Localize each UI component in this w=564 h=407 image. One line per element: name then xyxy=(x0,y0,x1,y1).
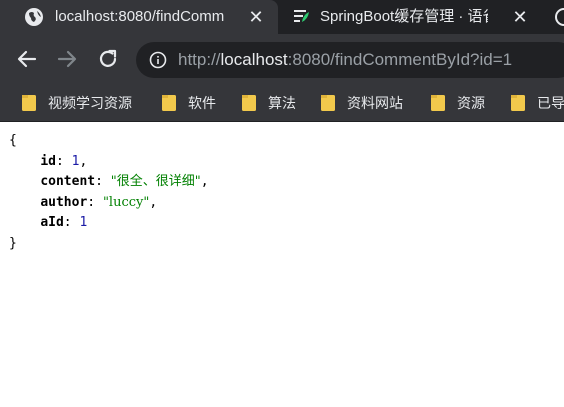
close-tab-icon[interactable]: ✕ xyxy=(247,8,265,26)
bookmark-label: 已导 xyxy=(537,95,564,111)
json-comma: , xyxy=(149,194,158,210)
json-value: 1 xyxy=(79,215,88,230)
json-close-brace: } xyxy=(9,235,17,251)
reload-icon[interactable] xyxy=(96,47,120,71)
back-arrow-icon[interactable] xyxy=(15,47,39,71)
browser-toolbar: http://localhost:8080/findCommentById?id… xyxy=(0,34,564,84)
bookmark-folder[interactable]: 软件 xyxy=(162,91,216,115)
tab-partial[interactable] xyxy=(540,0,564,34)
json-field-id: id: 1, xyxy=(40,153,88,169)
bookmark-folder[interactable]: 资源 xyxy=(431,91,485,115)
folder-icon xyxy=(162,95,176,111)
tab-strip: localhost:8080/findComm ✕ SpringBoot缓存管理… xyxy=(0,0,564,34)
json-field-content: content: "很全、很详细", xyxy=(40,174,209,189)
url-rest: :8080/findCommentById?id=1 xyxy=(287,50,513,69)
json-comma: , xyxy=(79,153,88,169)
json-open-brace: { xyxy=(9,133,17,148)
bookmark-label: 软件 xyxy=(188,95,216,111)
bookmark-label: 资源 xyxy=(457,95,485,111)
bookmark-label: 算法 xyxy=(268,95,296,111)
bookmark-label: 资料网站 xyxy=(347,95,403,111)
bookmarks-bar: 视频学习资源 软件 算法 资料网站 资源 已导 xyxy=(0,84,564,122)
folder-icon xyxy=(22,95,36,111)
json-key: content xyxy=(40,174,96,189)
tab-title: SpringBoot缓存管理 · 语雀 xyxy=(320,8,488,25)
json-field-author: author: "luccy", xyxy=(40,194,158,210)
folder-icon xyxy=(511,95,525,111)
json-field-aid: aId: 1 xyxy=(40,215,88,230)
bookmark-folder[interactable]: 算法 xyxy=(242,91,296,115)
json-viewer: { id: 1, content: "很全、很详细", author: "luc… xyxy=(9,131,209,254)
url-host: localhost xyxy=(220,50,288,69)
bookmark-folder[interactable]: 资料网站 xyxy=(321,91,403,115)
bookmark-label: 视频学习资源 xyxy=(48,95,132,111)
folder-icon xyxy=(431,95,445,111)
globe-icon xyxy=(25,8,43,26)
json-comma: , xyxy=(200,174,209,189)
info-icon[interactable] xyxy=(149,51,167,69)
json-key: aId xyxy=(40,215,64,230)
json-key: author xyxy=(40,194,88,210)
json-value: "很全、很详细" xyxy=(110,174,201,189)
folder-icon xyxy=(242,95,256,111)
url-scheme: http:// xyxy=(178,50,221,69)
tab-title: localhost:8080/findComm xyxy=(55,8,225,25)
url-text: http://localhost:8080/findCommentById?id… xyxy=(178,50,512,70)
bookmark-folder[interactable]: 已导 xyxy=(511,91,564,115)
json-key: id xyxy=(40,153,56,169)
folder-icon xyxy=(321,95,335,111)
yuque-icon xyxy=(294,10,309,22)
json-value: "luccy" xyxy=(102,194,150,210)
close-tab-icon[interactable]: ✕ xyxy=(511,8,529,26)
globe-icon xyxy=(555,8,564,26)
tab-findcomment[interactable]: localhost:8080/findComm ✕ xyxy=(0,0,278,34)
address-bar[interactable]: http://localhost:8080/findCommentById?id… xyxy=(136,42,564,78)
page-content: { id: 1, content: "很全、很详细", author: "luc… xyxy=(0,122,564,407)
bookmark-folder[interactable]: 视频学习资源 xyxy=(22,91,132,115)
tab-yuque[interactable]: SpringBoot缓存管理 · 语雀 ✕ xyxy=(278,0,534,34)
forward-arrow-icon[interactable] xyxy=(55,47,79,71)
